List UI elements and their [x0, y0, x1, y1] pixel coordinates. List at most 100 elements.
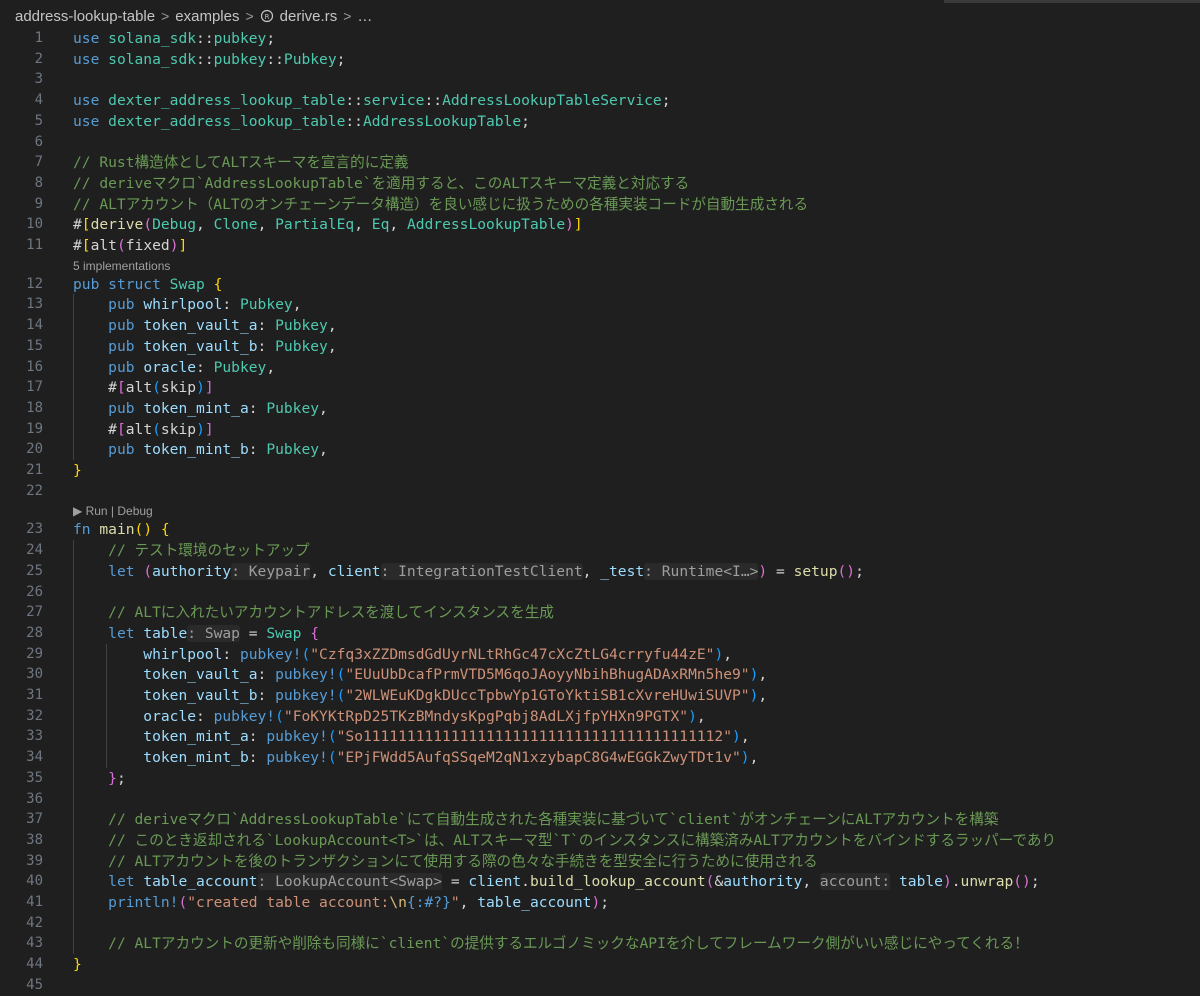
code-line[interactable]: 5 use dexter_address_lookup_table::Addres…	[0, 111, 1200, 132]
code-line[interactable]: 24 // テスト環境のセットアップ	[0, 540, 1200, 561]
code-line[interactable]: 38 // このとき返却される`LookupAccount<T>`は、ALTスキ…	[0, 830, 1200, 851]
breadcrumb-file-derive-rs[interactable]: derive.rs	[280, 8, 338, 25]
code-line[interactable]: 44}	[0, 954, 1200, 975]
code-line[interactable]: 2 use solana_sdk::pubkey::Pubkey;	[0, 49, 1200, 70]
code-text: pub token_mint_a: Pubkey,	[108, 399, 328, 417]
line-number: 17	[26, 379, 43, 396]
line-number: 11	[26, 237, 43, 253]
code-line[interactable]: 23 fn main() {	[0, 519, 1200, 540]
code-line[interactable]: 8 // deriveマクロ`AddressLookupTable`を適用すると、…	[0, 173, 1200, 194]
line-number: 5	[34, 112, 43, 129]
line-number: 38	[26, 831, 43, 848]
code-text: let (authority: Keypair, client: Integra…	[108, 562, 864, 580]
breadcrumb-symbol-more[interactable]: …	[357, 8, 372, 25]
code-line[interactable]: 29 whirlpool: pubkey!("Czfq3xZZDmsdGdUyr…	[0, 644, 1200, 665]
code-line[interactable]: 42	[0, 913, 1200, 934]
line-number: 26	[26, 583, 43, 600]
code-line[interactable]: 3	[0, 69, 1200, 90]
code-line[interactable]: 12 pub struct Swap {	[0, 274, 1200, 295]
line-number: 45	[26, 976, 43, 993]
line-number: 2	[34, 50, 43, 67]
code-line[interactable]: 41 println!("created table account:\n{:#…	[0, 892, 1200, 913]
code-line[interactable]: 22	[0, 481, 1200, 502]
line-number: 42	[26, 914, 43, 931]
line-number: 33	[26, 728, 43, 745]
codelens-implementations[interactable]: 5 implementations	[73, 257, 170, 275]
code-line[interactable]: 33 token_mint_a: pubkey!("So111111111111…	[0, 726, 1200, 747]
chevron-right-icon: >	[245, 8, 254, 24]
line-number: 36	[26, 790, 43, 807]
code-line[interactable]: 36	[0, 789, 1200, 810]
code-text: #[alt(skip)]	[108, 379, 214, 397]
code-text: oracle: pubkey!("FoKYKtRpD25TKzBMndysKpg…	[143, 707, 706, 725]
indent-guide	[73, 294, 74, 460]
code-line[interactable]: 32 oracle: pubkey!("FoKYKtRpD25TKzBMndys…	[0, 706, 1200, 727]
code-line[interactable]: 20 pub token_mint_b: Pubkey,	[0, 439, 1200, 460]
code-text: // deriveマクロ`AddressLookupTable`にて自動生成され…	[108, 811, 999, 829]
code-text: // ALTアカウントを後のトランザクションにて使用する際の色々な手続きを型安全…	[108, 852, 818, 870]
code-editor[interactable]: 1 use solana_sdk::pubkey; 2 use solana_sdk:…	[0, 28, 1200, 993]
line-number: 19	[26, 420, 43, 437]
indent-guide	[106, 643, 107, 768]
codelens-run-debug[interactable]: ▶ Run | Debug	[73, 502, 153, 520]
line-number: 24	[26, 542, 43, 559]
line-number: 12	[26, 275, 43, 292]
code-text: }	[73, 462, 82, 479]
code-line[interactable]: 30 token_vault_a: pubkey!("EUuUbDcafPrmV…	[0, 664, 1200, 685]
code-line[interactable]: 25 let (authority: Keypair, client: Inte…	[0, 561, 1200, 582]
horizontal-scrollbar[interactable]	[944, 0, 1200, 3]
indent-guide	[73, 540, 74, 955]
code-text: pub whirlpool: Pubkey,	[108, 296, 302, 314]
code-line[interactable]: 4 use dexter_address_lookup_table::servic…	[0, 90, 1200, 111]
line-number: 1	[34, 30, 43, 46]
code-text: use dexter_address_lookup_table::Address…	[73, 112, 530, 130]
code-line[interactable]: 1 use solana_sdk::pubkey;	[0, 28, 1200, 49]
line-number: 20	[26, 441, 43, 458]
code-line[interactable]: 13 pub whirlpool: Pubkey,	[0, 294, 1200, 315]
code-text: pub struct Swap {	[73, 275, 223, 293]
code-line[interactable]: 6	[0, 132, 1200, 153]
code-line[interactable]: 39 // ALTアカウントを後のトランザクションにて使用する際の色々な手続きを…	[0, 851, 1200, 872]
code-line[interactable]: 35 };	[0, 768, 1200, 789]
code-line[interactable]: 37 // deriveマクロ`AddressLookupTable`にて自動生…	[0, 809, 1200, 830]
line-number: 39	[26, 852, 43, 869]
code-line[interactable]: 11 #[alt(fixed)]	[0, 235, 1200, 256]
code-text: pub token_vault_b: Pubkey,	[108, 337, 337, 355]
line-number: 32	[26, 707, 43, 724]
code-line[interactable]: 7 // Rust構造体としてALTスキーマを宣言的に定義	[0, 152, 1200, 173]
code-text: pub oracle: Pubkey,	[108, 358, 276, 376]
code-text: token_mint_b: pubkey!("EPjFWdd5AufqSSqeM…	[143, 749, 759, 767]
code-text: fn main() {	[73, 521, 170, 539]
code-line[interactable]: 40 let table_account: LookupAccount<Swap…	[0, 871, 1200, 892]
code-line[interactable]: 34 token_mint_b: pubkey!("EPjFWdd5AufqSS…	[0, 747, 1200, 768]
code-text: // ALTアカウント（ALTのオンチェーンデータ構造）を良い感じに扱うための各…	[73, 195, 809, 213]
code-line[interactable]: 17 #[alt(skip)]	[0, 377, 1200, 398]
code-line[interactable]: 45	[0, 975, 1200, 996]
code-line[interactable]: 28 let table: Swap = Swap {	[0, 623, 1200, 644]
code-line[interactable]: 10 #[derive(Debug, Clone, PartialEq, Eq, …	[0, 214, 1200, 235]
code-text: // ALTアカウントの更新や削除も同様に`client`の提供するエルゴノミッ…	[108, 935, 1029, 953]
code-line[interactable]: 26	[0, 582, 1200, 603]
code-line[interactable]: 43 // ALTアカウントの更新や削除も同様に`client`の提供するエルゴ…	[0, 933, 1200, 954]
code-text: println!("created table account:\n{:#?}"…	[108, 894, 610, 911]
line-number: 7	[34, 154, 43, 171]
code-line[interactable]: 14 pub token_vault_a: Pubkey,	[0, 315, 1200, 336]
code-line[interactable]: 21}	[0, 460, 1200, 481]
code-line[interactable]: 15 pub token_vault_b: Pubkey,	[0, 336, 1200, 357]
line-number: 15	[26, 337, 43, 354]
code-line[interactable]: 31 token_vault_b: pubkey!("2WLWEuKDgkDUc…	[0, 685, 1200, 706]
code-line[interactable]: 27 // ALTに入れたいアカウントアドレスを渡してインスタンスを生成	[0, 602, 1200, 623]
code-line[interactable]: 9 // ALTアカウント（ALTのオンチェーンデータ構造）を良い感じに扱うための…	[0, 194, 1200, 215]
code-text: #[alt(fixed)]	[73, 237, 188, 254]
code-line[interactable]: 16 pub oracle: Pubkey,	[0, 357, 1200, 378]
code-text: use solana_sdk::pubkey::Pubkey;	[73, 50, 346, 68]
breadcrumb-folder-examples[interactable]: examples	[175, 8, 239, 25]
line-number: 18	[26, 399, 43, 416]
line-number: 35	[26, 769, 43, 786]
code-line[interactable]: 19 #[alt(skip)]	[0, 419, 1200, 440]
line-number: 34	[26, 749, 43, 766]
code-line[interactable]: 18 pub token_mint_a: Pubkey,	[0, 398, 1200, 419]
chevron-right-icon: >	[343, 8, 352, 24]
breadcrumb-folder-address-lookup-table[interactable]: address-lookup-table	[15, 8, 155, 25]
line-number: 43	[26, 935, 43, 952]
